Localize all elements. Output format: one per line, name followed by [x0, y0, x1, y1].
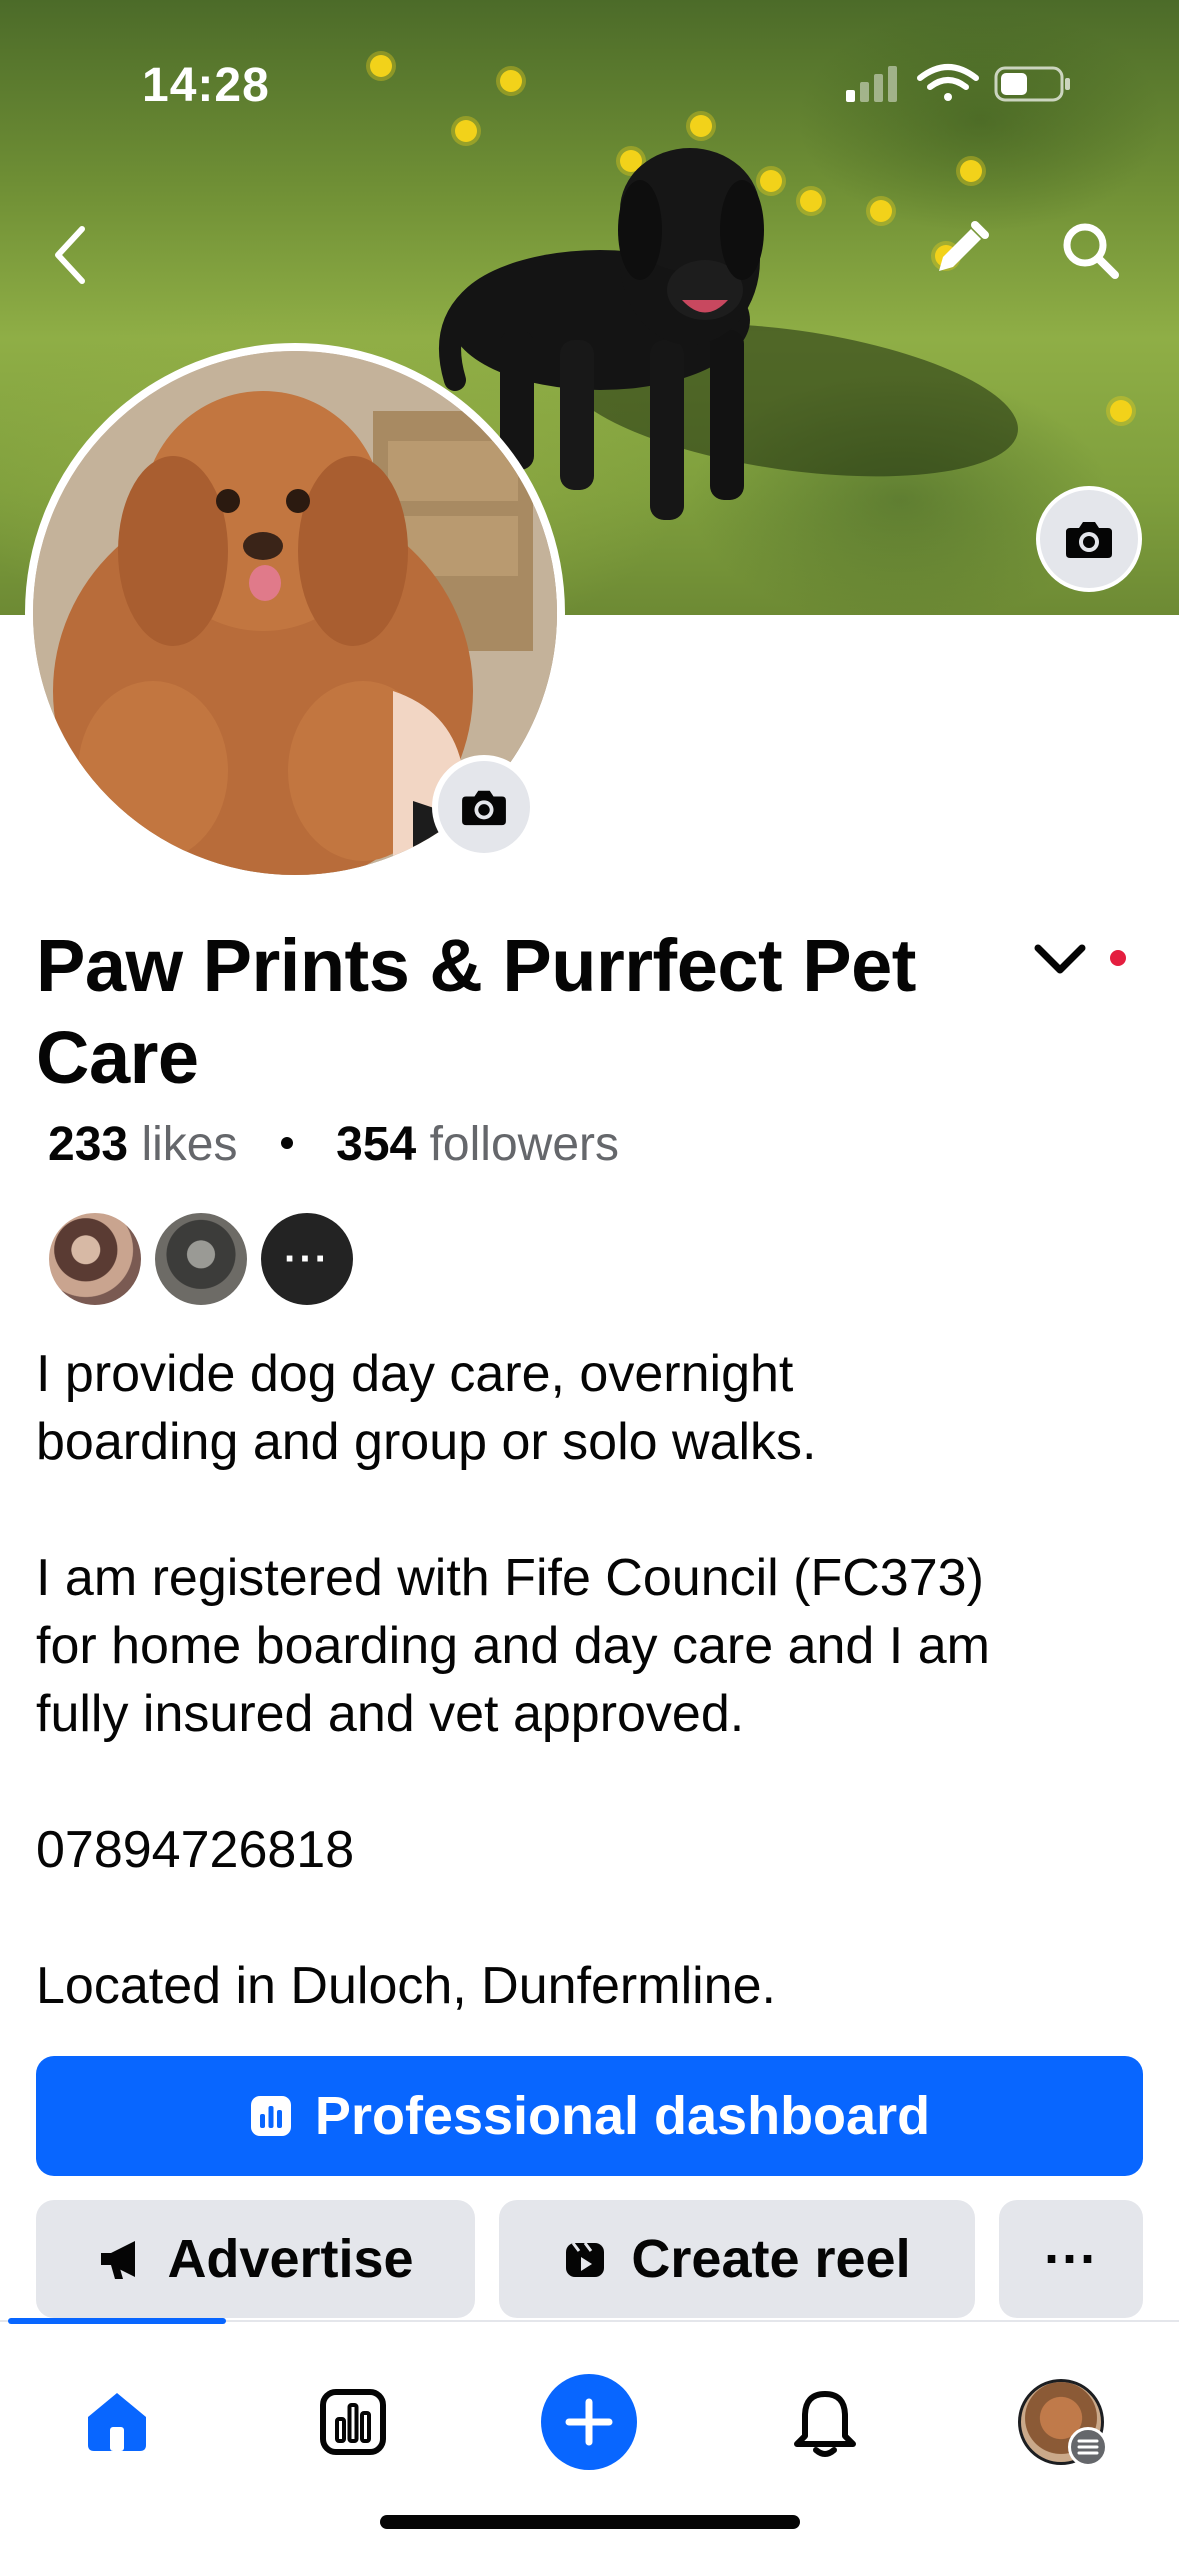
- reel-icon: [563, 2237, 607, 2281]
- camera-icon: [1066, 522, 1112, 558]
- bell-icon: [794, 2391, 856, 2457]
- bio-phone: 07894726818: [36, 1821, 355, 1879]
- status-time: 14:28: [142, 59, 270, 112]
- search-icon: [1063, 223, 1119, 279]
- create-reel-button[interactable]: Create reel: [499, 2200, 975, 2318]
- follower-avatar[interactable]: [46, 1210, 144, 1308]
- advertise-label: Advertise: [167, 2229, 414, 2289]
- notification-dot: [1110, 950, 1126, 966]
- page-bio: I provide dog day care, overnight boardi…: [36, 1340, 1146, 2020]
- bio-services: I provide dog day care, overnight boardi…: [36, 1345, 817, 1471]
- followers-count: 354: [336, 1118, 417, 1171]
- likes-label: likes: [141, 1118, 238, 1171]
- active-tab-indicator: [8, 2318, 226, 2324]
- professional-dashboard-label: Professional dashboard: [314, 2086, 931, 2146]
- separator-dot: [280, 1137, 293, 1150]
- tab-notifications[interactable]: [765, 2362, 885, 2482]
- bio-registration: I am registered with Fife Council (FC373…: [36, 1549, 990, 1743]
- professional-dashboard-button[interactable]: Professional dashboard: [36, 2056, 1143, 2176]
- create-reel-label: Create reel: [631, 2229, 911, 2289]
- chevron-down-icon: [1034, 944, 1086, 974]
- follower-avatar[interactable]: [152, 1210, 250, 1308]
- edit-button[interactable]: [925, 215, 995, 285]
- more-options-button[interactable]: ···: [999, 2200, 1143, 2318]
- bar-chart-icon: [320, 2389, 386, 2455]
- home-icon: [88, 2393, 146, 2451]
- profile-switcher-button[interactable]: [1030, 935, 1090, 985]
- more-followers-button[interactable]: ···: [258, 1210, 356, 1308]
- search-button[interactable]: [1055, 215, 1125, 285]
- status-bar: 14:28: [0, 0, 1179, 160]
- followers-stat[interactable]: 354 followers: [336, 1118, 619, 1171]
- tab-home[interactable]: [57, 2362, 177, 2482]
- home-indicator: [380, 2515, 800, 2529]
- create-button[interactable]: [541, 2374, 637, 2470]
- chevron-left-icon: [55, 226, 85, 284]
- plus-icon: [565, 2398, 613, 2446]
- advertise-button[interactable]: Advertise: [36, 2200, 475, 2318]
- back-button[interactable]: [40, 220, 100, 290]
- likes-count: 233: [48, 1118, 129, 1171]
- camera-icon: [462, 790, 506, 826]
- page-stats: 233 likes 354 followers: [48, 1115, 619, 1175]
- menu-badge-icon: [1068, 2427, 1108, 2467]
- pencil-icon: [939, 221, 989, 271]
- page-name: Paw Prints & Purrfect Pet Care: [36, 924, 916, 1099]
- dashboard-icon: [249, 2094, 293, 2138]
- wifi-icon: [917, 64, 979, 101]
- tab-profile[interactable]: [1001, 2362, 1121, 2482]
- edit-cover-photo-button[interactable]: [1036, 486, 1142, 592]
- likes-stat[interactable]: 233 likes: [48, 1118, 237, 1171]
- battery-icon: [994, 66, 1070, 102]
- more-options-label: ···: [1044, 2229, 1098, 2289]
- megaphone-icon: [97, 2237, 143, 2281]
- status-icons: [846, 64, 1070, 102]
- followers-label: followers: [429, 1118, 619, 1171]
- cellular-signal-icon: [846, 66, 897, 102]
- bio-location: Located in Duloch, Dunfermline.: [36, 1957, 776, 2015]
- tab-dashboard[interactable]: [293, 2362, 413, 2482]
- edit-profile-picture-button[interactable]: [432, 755, 536, 859]
- tab-create[interactable]: [529, 2362, 649, 2482]
